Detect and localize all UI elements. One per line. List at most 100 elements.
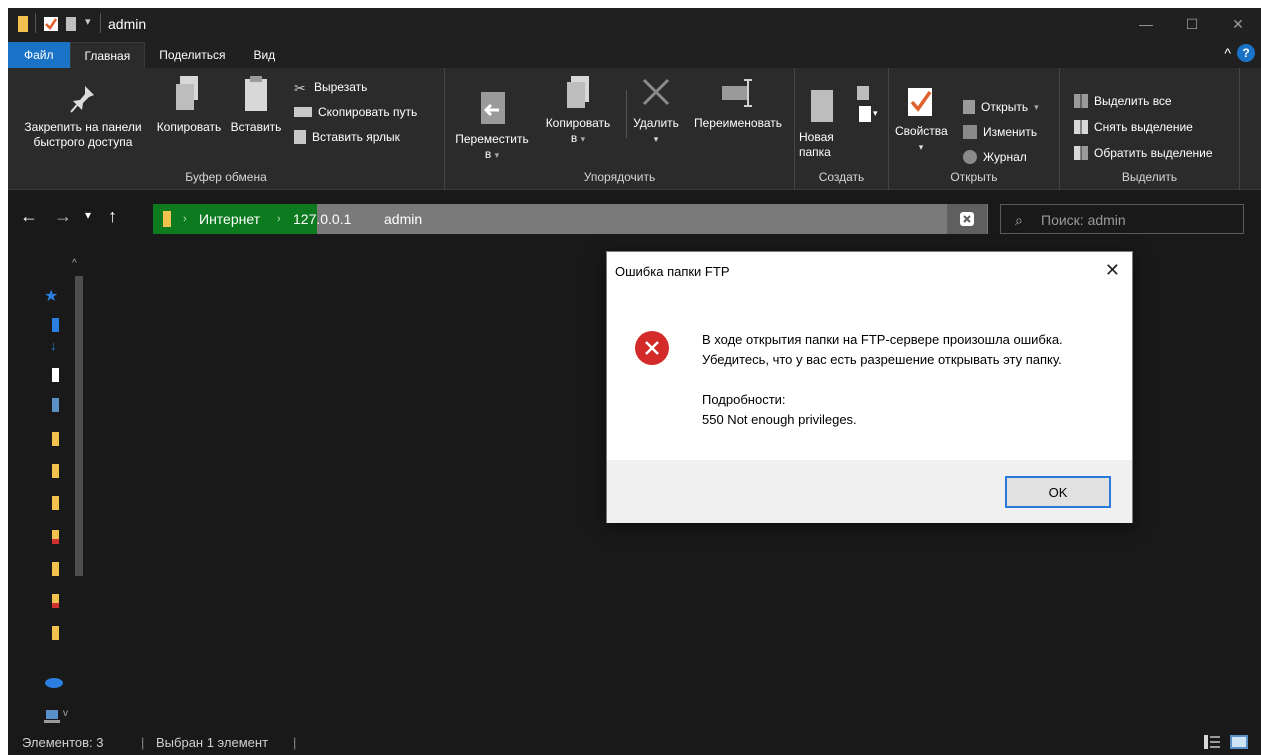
dialog-message-line2: Убедитесь, что у вас есть разрешение отк… [702,352,1062,367]
quick-access-star-icon[interactable]: ★ [44,286,58,306]
scissors-icon: ✂ [294,80,306,96]
error-icon [635,331,669,365]
move-to-icon [481,92,505,124]
cut-button[interactable]: ✂ Вырезать [294,80,367,96]
rename-icon [722,79,752,107]
folder-alert-icon[interactable] [52,530,59,544]
pictures-icon[interactable] [52,398,59,412]
tab-home[interactable]: Главная [69,42,146,68]
rename-button[interactable]: Переименовать [685,74,791,131]
folder-icon[interactable] [52,432,59,446]
recent-locations-icon[interactable]: ▾ [85,208,91,222]
select-none-icon [1074,120,1088,134]
tab-file[interactable]: Файл [8,42,70,68]
copy-to-icon [567,76,589,108]
folder-icon [18,16,28,32]
paste-shortcut-button[interactable]: Вставить ярлык [294,130,400,144]
copy-button[interactable]: Копировать [153,74,225,135]
tab-share[interactable]: Поделиться [145,42,239,68]
properties-icon [908,88,932,116]
history-icon [963,150,977,164]
address-bar-row: ← → ▾ ↑ › Интернет › 127.0.0.1 admin ⌕ П… [8,190,1261,246]
this-pc-icon[interactable] [44,710,60,724]
edit-icon [963,125,977,139]
properties-button[interactable]: Свойства ▾ [895,84,948,155]
dialog-close-icon[interactable]: ✕ [1105,260,1120,281]
edit-button[interactable]: Изменить [963,125,1037,139]
documents-icon[interactable] [52,368,59,382]
breadcrumb-admin[interactable]: admin [384,211,422,227]
folder-icon[interactable] [52,562,59,576]
status-bar: Элементов: 3 | Выбран 1 элемент | [8,729,1261,755]
select-none-button[interactable]: Снять выделение [1074,120,1193,134]
delete-label: Удалить [633,116,679,130]
folder-icon[interactable] [52,496,59,510]
invert-selection-button[interactable]: Обратить выделение [1074,146,1213,160]
open-label: Открыть [981,100,1029,114]
separator: | [293,735,297,750]
svg-text:▾: ▾ [873,108,878,118]
copy-to-button[interactable]: Копировать в ▾ [533,74,623,147]
paste-button[interactable]: Вставить [225,74,287,135]
new-item-icon[interactable]: ▾ [853,86,881,126]
move-to-button[interactable]: Переместить в ▾ [451,90,533,163]
up-arrow-icon[interactable]: ↑ [108,206,117,227]
large-icons-view-icon[interactable] [1230,735,1248,749]
dialog-title: Ошибка папки FTP [615,264,730,279]
separator: | [141,735,145,750]
downloads-icon[interactable]: ↓ [50,338,57,353]
properties-quick-icon[interactable] [44,16,58,32]
navigation-pane: ^ ★ ↓ v [8,246,84,729]
back-arrow-icon[interactable]: ← [20,206,38,227]
ok-button[interactable]: OK [1005,476,1111,508]
folder-icon[interactable] [52,626,59,640]
ribbon-tabs: Файл Главная Поделиться Вид ^ ? [8,40,1261,68]
new-folder-quick-icon[interactable] [66,16,76,32]
copy-path-label: Скопировать путь [318,105,418,119]
group-label-select: Выделить [1121,170,1178,184]
folder-alert-icon[interactable] [52,594,59,608]
search-input[interactable]: Поиск: admin [1041,212,1126,228]
copy-path-button[interactable]: Скопировать путь [294,105,417,119]
delete-icon [642,78,670,106]
select-all-button[interactable]: Выделить все [1074,94,1172,108]
new-folder-button[interactable]: Новая папка [799,88,849,160]
dialog-message-line1: В ходе открытия папки на FTP-сервере про… [702,332,1063,347]
copy-icon [176,76,198,110]
details-view-icon[interactable] [1204,735,1220,749]
chevron-down-icon[interactable]: v [63,708,68,719]
copy-path-icon [294,107,312,117]
tab-view[interactable]: Вид [239,42,289,68]
help-icon[interactable]: ? [1237,44,1255,62]
move-label-1: Переместить [455,132,529,146]
desktop-icon[interactable] [52,318,59,332]
close-button[interactable]: ✕ [1215,8,1261,40]
scroll-up-icon[interactable]: ^ [72,258,77,269]
minimize-button[interactable]: — [1123,8,1169,40]
address-bar[interactable]: › Интернет › 127.0.0.1 admin [153,204,988,234]
pin-label-1: Закрепить на панели [24,120,142,134]
collapse-ribbon-icon[interactable]: ^ [1224,45,1231,61]
history-button[interactable]: Журнал [963,150,1027,164]
maximize-button[interactable]: ☐ [1169,8,1215,40]
onedrive-icon[interactable] [44,676,64,688]
breadcrumb-host[interactable]: 127.0.0.1 [293,211,351,227]
pin-label-2: быстрого доступа [33,135,133,149]
breadcrumb-internet[interactable]: Интернет [199,211,260,227]
properties-label: Свойства [895,124,948,138]
dialog-details-label: Подробности: [702,392,786,407]
select-none-label: Снять выделение [1094,120,1193,134]
delete-button[interactable]: Удалить ▾ [627,74,685,147]
nav-scrollbar[interactable] [75,276,83,576]
title-bar: ▾ admin — ☐ ✕ [8,8,1261,40]
forward-arrow-icon[interactable]: → [54,206,72,227]
chevron-down-icon: ▾ [1034,101,1039,112]
customize-toolbar-icon[interactable]: ▾ [85,15,91,28]
pin-quick-access-button[interactable]: Закрепить на панели быстрого доступа [12,84,154,150]
search-box[interactable]: ⌕ Поиск: admin [1000,204,1244,234]
open-button[interactable]: Открыть ▾ [963,100,1039,114]
edit-label: Изменить [983,125,1038,139]
stop-refresh-button[interactable] [947,204,987,234]
folder-icon[interactable] [52,464,59,478]
history-label: Журнал [983,150,1027,164]
